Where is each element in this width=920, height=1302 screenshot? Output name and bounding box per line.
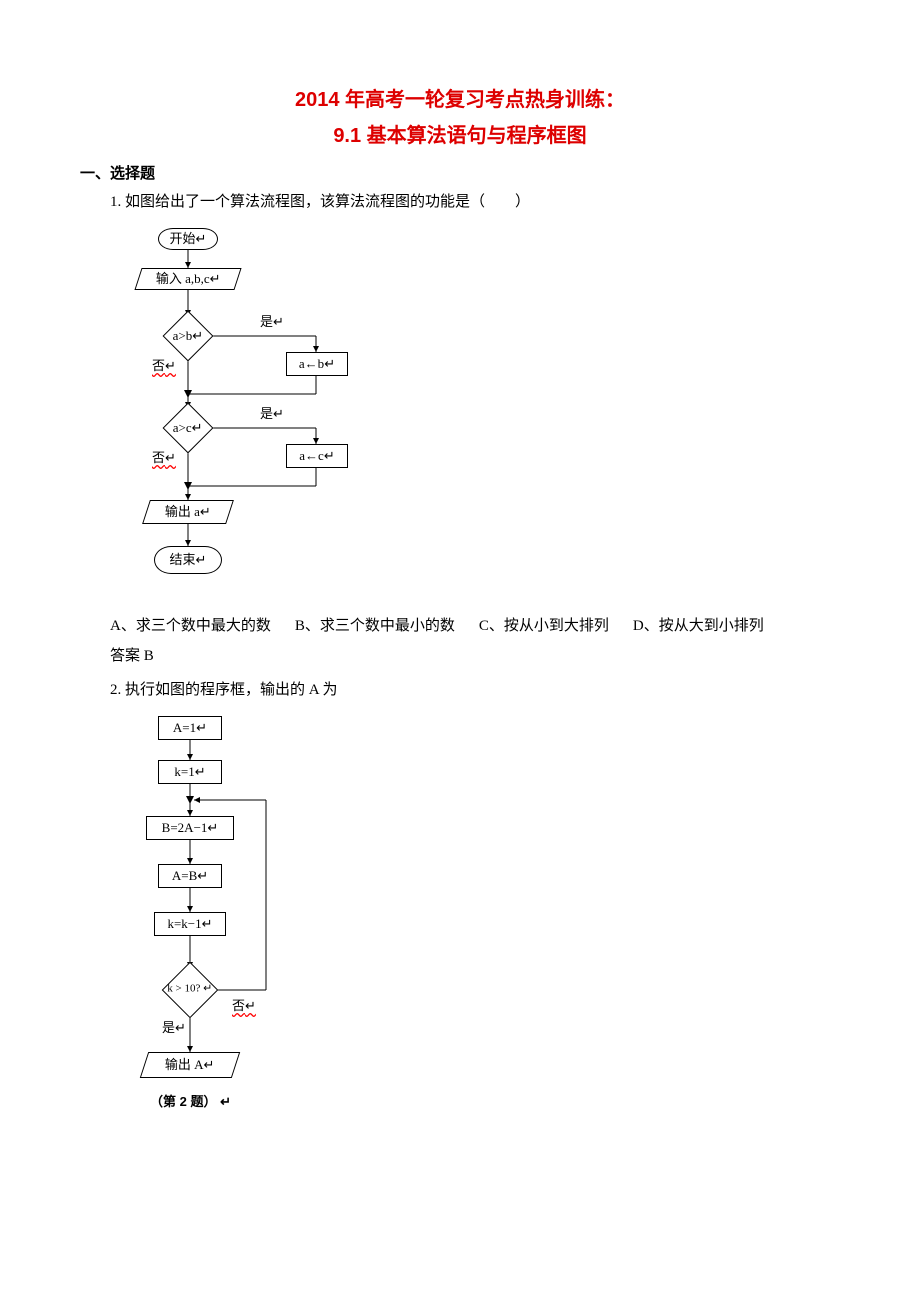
fc1-end-label: 结束 bbox=[170, 552, 196, 567]
q1-option-b: B、求三个数中最小的数 bbox=[295, 614, 455, 638]
fc1-input-label: 输入 a,b,c bbox=[156, 271, 210, 286]
doc-title-line-1: 2014 年高考一轮复习考点热身训练： bbox=[80, 84, 840, 116]
fc2-cond-yes: 是↵ bbox=[162, 1018, 186, 1039]
q1-flowchart: 开始↵ 输入 a,b,c↵ a>b↵ 是↵ 否↵ a←b↵ a>c↵ 是↵ 否↵… bbox=[110, 224, 370, 604]
fc1-assign2-label: a←c bbox=[299, 446, 324, 467]
doc-title-line-2: 9.1 基本算法语句与程序框图 bbox=[80, 120, 840, 152]
fc1-start: 开始↵ bbox=[158, 228, 218, 250]
fc2-a1: A=1↵ bbox=[158, 716, 222, 740]
fc1-cond1-yes: 是↵ bbox=[260, 312, 284, 333]
fc2-k1: k=1↵ bbox=[158, 760, 222, 784]
fc1-assign2: a←c↵ bbox=[286, 444, 348, 468]
fc2-k1-label: k=1 bbox=[174, 762, 194, 783]
fc2-kinc: k=k−1↵ bbox=[154, 912, 226, 936]
fc2-cond-label: k > 10? bbox=[167, 983, 200, 995]
q2-flowchart: A=1↵ k=1↵ B=2A−1↵ A=B↵ k=k−1↵ k > 10? ↵ … bbox=[110, 712, 330, 1132]
fc1-cond2-label: a>c bbox=[173, 420, 192, 435]
fc2-bexpr-label: B=2A−1 bbox=[162, 818, 208, 839]
q1-option-a: A、求三个数中最大的数 bbox=[110, 614, 271, 638]
fc2-a1-label: A=1 bbox=[173, 718, 196, 739]
fc2-output: 输出 A↵ bbox=[140, 1052, 240, 1078]
fc1-output: 输出 a↵ bbox=[142, 500, 234, 524]
fc1-output-label: 输出 a bbox=[165, 504, 200, 519]
fc1-input: 输入 a,b,c↵ bbox=[134, 268, 241, 290]
fc1-assign1: a←b↵ bbox=[286, 352, 348, 376]
fc1-cond1-label: a>b bbox=[173, 328, 193, 343]
q1-option-c: C、按从小到大排列 bbox=[479, 614, 609, 638]
fc1-assign1-label: a←b bbox=[299, 354, 324, 375]
q1-stem: 1. 如图给出了一个算法流程图，该算法流程图的功能是（ ） bbox=[110, 190, 840, 214]
fc2-output-label: 输出 A bbox=[165, 1057, 204, 1072]
fc2-ab-label: A=B bbox=[172, 866, 197, 887]
section-heading: 一、选择题 bbox=[80, 162, 840, 186]
q1-options: A、求三个数中最大的数 B、求三个数中最小的数 C、按从小到大排列 D、按从大到… bbox=[110, 614, 840, 638]
fc2-bexpr: B=2A−1↵ bbox=[146, 816, 234, 840]
fc1-end: 结束↵ bbox=[154, 546, 222, 574]
fc2-kinc-label: k=k−1 bbox=[167, 914, 201, 935]
fc1-cond2: a>c↵ bbox=[163, 403, 214, 454]
fc1-cond1-no: 否↵ bbox=[152, 356, 176, 377]
fc2-caption: （第 2 题） ↵ bbox=[150, 1092, 231, 1113]
fc1-start-label: 开始 bbox=[170, 229, 196, 250]
fc2-cond-no: 否↵ bbox=[232, 996, 256, 1017]
fc2-cond: k > 10? ↵ bbox=[162, 962, 219, 1019]
q1-option-d: D、按从大到小排列 bbox=[633, 614, 764, 638]
q2-stem: 2. 执行如图的程序框，输出的 A 为 bbox=[110, 678, 840, 702]
fc1-cond1: a>b↵ bbox=[163, 311, 214, 362]
q1-answer: 答案 B bbox=[110, 644, 840, 668]
fc2-ab: A=B↵ bbox=[158, 864, 222, 888]
fc1-cond2-no: 否↵ bbox=[152, 448, 176, 469]
fc1-cond2-yes: 是↵ bbox=[260, 404, 284, 425]
